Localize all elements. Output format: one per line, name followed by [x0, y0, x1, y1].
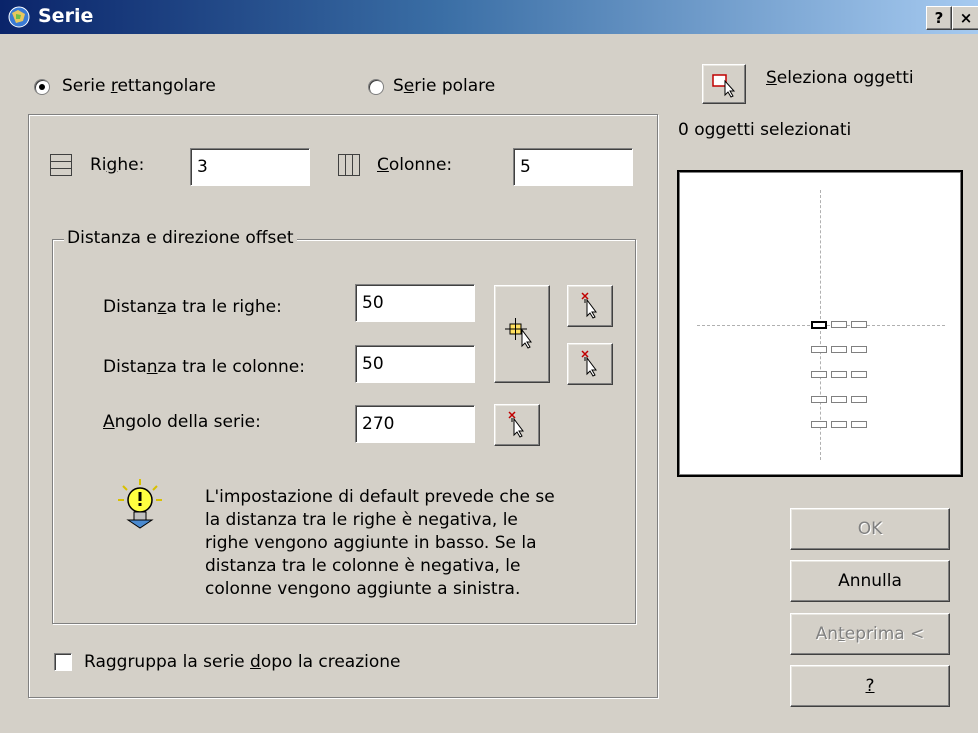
rows-input[interactable]: 3: [190, 148, 310, 186]
app-icon: [6, 5, 32, 29]
window-title: Serie: [38, 5, 94, 27]
column-distance-input[interactable]: 50: [355, 345, 475, 383]
preview-cell: [851, 321, 867, 328]
pick-row-offset-icon: [581, 292, 597, 319]
tip-line: la distanza tra le righe è negativa, le: [205, 510, 518, 530]
preview-cell: [851, 371, 867, 378]
rows-label: Righe:: [90, 155, 145, 175]
angle-label: Angolo della serie:: [103, 412, 261, 432]
preview-cell: [851, 421, 867, 428]
columns-input[interactable]: 5: [513, 148, 633, 186]
preview-cell: [831, 371, 847, 378]
close-button[interactable]: ×: [952, 6, 978, 30]
preview-cell: [811, 321, 827, 329]
columns-icon: [338, 154, 360, 176]
row-distance-label: Distanza tra le righe:: [103, 297, 282, 317]
pick-angle-button[interactable]: [494, 404, 540, 446]
pick-row-offset-button[interactable]: [567, 285, 613, 327]
angle-input[interactable]: 270: [355, 405, 475, 443]
tip-line: colonne vengono aggiunte a sinistra.: [205, 579, 521, 599]
tip-line: L'impostazione di default prevede che se: [205, 487, 555, 507]
cancel-button[interactable]: Annulla: [790, 560, 950, 602]
select-objects-button[interactable]: [702, 64, 746, 104]
pick-both-offsets-icon: [505, 318, 532, 349]
group-after-create-checkbox[interactable]: [54, 653, 72, 671]
preview-cell: [811, 421, 827, 428]
tip-lightbulb-icon: [116, 478, 164, 530]
radio-dot: [39, 84, 45, 90]
polar-array-label[interactable]: Serie polare: [393, 76, 495, 96]
pick-column-offset-icon: [581, 350, 597, 377]
pick-both-offsets-button[interactable]: [494, 285, 550, 383]
selected-count: 0 oggetti selezionati: [678, 120, 852, 140]
help-button[interactable]: ?: [790, 665, 950, 707]
offset-group-legend: Distanza e direzione offset: [64, 228, 297, 248]
preview-button[interactable]: Anteprima <: [790, 613, 950, 655]
pick-angle-icon: [508, 411, 524, 438]
rect-array-label[interactable]: Serie rettangolare: [62, 76, 216, 96]
preview-cell: [831, 421, 847, 428]
help-title-button[interactable]: ?: [926, 6, 952, 30]
preview-cell: [851, 346, 867, 353]
tip-line: righe vengono aggiunte in basso. Se la: [205, 533, 537, 553]
array-preview: [677, 170, 963, 477]
title-bar[interactable]: [0, 0, 978, 34]
tip-line: distanza tra le colonne è negativa, le: [205, 556, 521, 576]
rows-icon: [50, 154, 72, 176]
pick-column-offset-button[interactable]: [567, 343, 613, 385]
row-distance-input[interactable]: 50: [355, 284, 475, 322]
preview-cell: [831, 321, 847, 328]
preview-cell: [811, 396, 827, 403]
select-objects-label[interactable]: Seleziona oggetti: [766, 68, 914, 88]
preview-cell: [811, 371, 827, 378]
ok-button[interactable]: OK: [790, 508, 950, 550]
preview-cell: [851, 396, 867, 403]
preview-cell: [811, 346, 827, 353]
preview-cell: [831, 346, 847, 353]
columns-label: Colonne:: [377, 155, 453, 175]
preview-cell: [831, 396, 847, 403]
rect-array-radio[interactable]: [34, 79, 50, 95]
group-after-create-label[interactable]: Raggruppa la serie dopo la creazione: [84, 652, 401, 672]
select-objects-icon: [712, 74, 736, 98]
tip-text: L'impostazione di default prevede che se…: [205, 486, 555, 601]
column-distance-label: Distanza tra le colonne:: [103, 357, 305, 377]
polar-array-radio[interactable]: [368, 79, 384, 95]
